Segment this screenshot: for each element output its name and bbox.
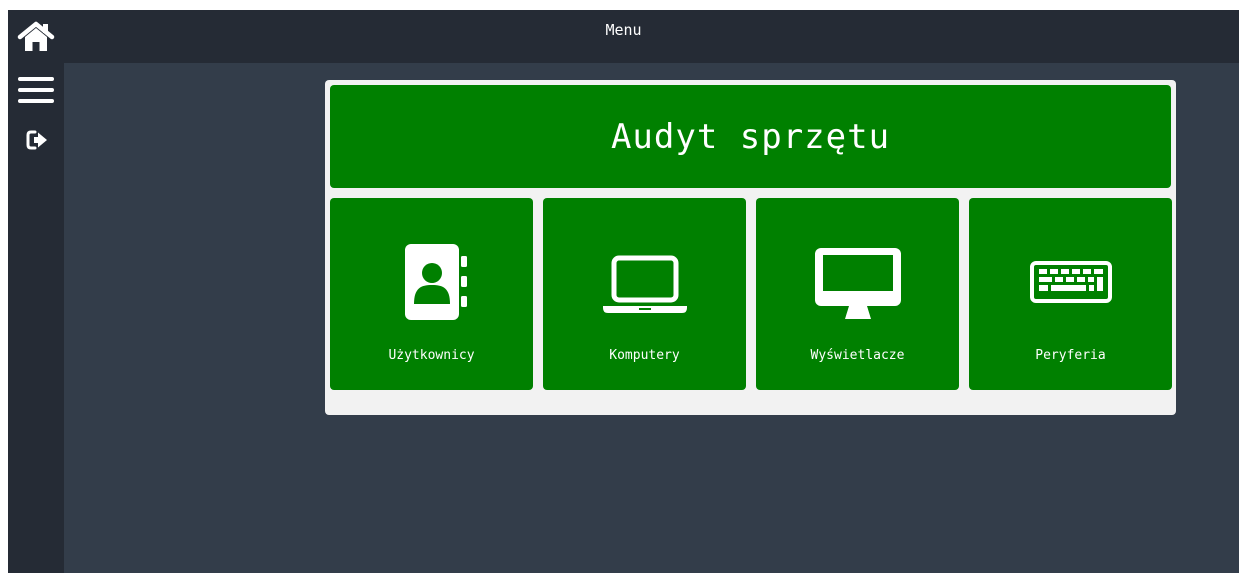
- page-title: Menu: [605, 21, 642, 39]
- audit-panel: Audyt sprzętu Użytkownicy Komputery Wyśw…: [325, 80, 1176, 415]
- tile-computers-label: Komputery: [609, 348, 680, 363]
- tile-displays-label: Wyświetlacze: [810, 348, 905, 363]
- sign-out-icon: [26, 130, 47, 150]
- tile-peripherals[interactable]: Peryferia: [969, 198, 1172, 390]
- address-book-icon: [404, 244, 467, 320]
- hamburger-icon: [18, 77, 54, 103]
- monitor-icon: [814, 248, 901, 319]
- logout-button[interactable]: [26, 129, 48, 151]
- panel-title: Audyt sprzętu: [330, 85, 1171, 188]
- menu-button[interactable]: [17, 75, 55, 105]
- top-bar: Menu: [8, 10, 1239, 63]
- keyboard-icon: [1029, 261, 1112, 303]
- tile-peripherals-label: Peryferia: [1035, 348, 1106, 363]
- tile-computers[interactable]: Komputery: [543, 198, 746, 390]
- sidebar: [8, 63, 64, 573]
- tile-users-label: Użytkownicy: [388, 348, 475, 363]
- laptop-icon: [602, 255, 687, 313]
- app-window: Menu Audyt sprzętu Użytkownicy Komputery…: [8, 10, 1239, 573]
- tile-users[interactable]: Użytkownicy: [330, 198, 533, 390]
- tile-displays[interactable]: Wyświetlacze: [756, 198, 959, 390]
